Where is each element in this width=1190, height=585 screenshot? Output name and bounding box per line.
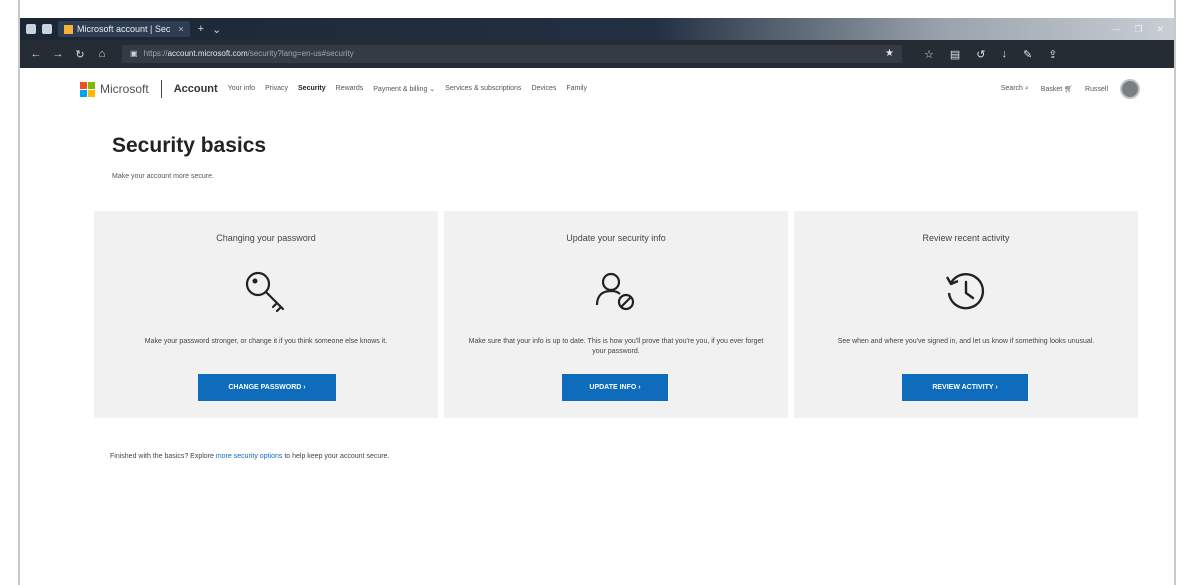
page-subtitle: Make your account more secure. xyxy=(112,173,214,180)
basket-label: Basket xyxy=(1040,86,1063,93)
card-description: See when and where you've signed in, and… xyxy=(837,338,1095,345)
minimize-icon[interactable]: — xyxy=(1111,24,1120,35)
forward-icon[interactable]: → xyxy=(52,48,64,60)
tab-close-icon[interactable]: × xyxy=(178,24,183,34)
nav-family[interactable]: Family xyxy=(566,85,587,93)
microsoft-logo-icon[interactable] xyxy=(80,82,95,97)
account-nav: Your info Privacy Security Rewards Payme… xyxy=(228,85,587,93)
pen-icon[interactable]: ✎ xyxy=(1023,48,1032,61)
user-name[interactable]: Russell xyxy=(1085,86,1108,93)
favorite-star-icon[interactable]: ★ xyxy=(885,45,894,63)
browser-window: Microsoft account | Sec × + ⌄ — ❐ ✕ ← → … xyxy=(18,0,1176,585)
nav-rewards[interactable]: Rewards xyxy=(336,85,364,93)
review-activity-button[interactable]: REVIEW ACTIVITY › xyxy=(902,374,1028,401)
history-icon xyxy=(945,273,985,310)
account-home-link[interactable]: Account xyxy=(174,83,218,95)
home-icon[interactable]: ⌂ xyxy=(96,48,108,60)
search-link[interactable]: Search ⌕ xyxy=(1001,85,1029,93)
avatar[interactable] xyxy=(1120,79,1140,99)
cart-icon: 🛒︎ xyxy=(1064,86,1074,93)
footer-suffix: to help keep your account secure. xyxy=(284,453,390,460)
key-icon xyxy=(245,271,285,313)
tab-bar: Microsoft account | Sec × + ⌄ — ❐ ✕ xyxy=(20,18,1174,40)
browser-toolbar: ☆ ▤ ↺ ↓ ✎ ⇪ xyxy=(924,48,1057,61)
close-window-icon[interactable]: ✕ xyxy=(1156,24,1164,35)
nav-payment-billing[interactable]: Payment & billing ⌄ xyxy=(373,85,435,93)
card-description: Make your password stronger, or change i… xyxy=(144,338,388,345)
header-divider xyxy=(160,80,162,98)
url-field[interactable]: ▣ https:// account.microsoft.com /securi… xyxy=(122,45,902,63)
tab-list-icon[interactable]: ⌄ xyxy=(212,23,221,36)
window-menu-icon[interactable] xyxy=(26,24,36,34)
search-icon: ⌕ xyxy=(1024,85,1029,92)
site-header: Microsoft Account Your info Privacy Secu… xyxy=(80,76,1140,102)
change-password-button[interactable]: CHANGE PASSWORD › xyxy=(198,374,336,401)
tab-microsoft-account[interactable]: Microsoft account | Sec × xyxy=(58,21,190,37)
header-actions: Search ⌕ Basket 🛒︎ Russell xyxy=(1001,79,1140,99)
reading-list-icon[interactable]: ▤ xyxy=(950,48,960,61)
favicon-icon xyxy=(64,24,73,34)
history-toolbar-icon[interactable]: ↺ xyxy=(976,48,985,61)
nav-services-subscriptions[interactable]: Services & subscriptions xyxy=(445,85,521,93)
card-title: Changing your password xyxy=(216,233,316,243)
basket-link[interactable]: Basket 🛒︎ xyxy=(1041,85,1073,93)
search-label: Search xyxy=(1000,85,1023,92)
back-icon[interactable]: ← xyxy=(30,48,42,60)
maximize-icon[interactable]: ❐ xyxy=(1134,24,1142,35)
card-description: Make sure that your info is up to date. … xyxy=(468,338,764,355)
brand-name[interactable]: Microsoft xyxy=(100,82,149,96)
page-title: Security basics xyxy=(112,134,267,157)
card-title: Review recent activity xyxy=(922,233,1010,243)
card-change-password: Changing your password Make your passwor… xyxy=(94,211,438,418)
card-review-activity: Review recent activity See when and wher… xyxy=(794,211,1138,418)
address-bar: ← → ↻ ⌂ ▣ https:// account.microsoft.com… xyxy=(20,40,1174,68)
nav-privacy[interactable]: Privacy xyxy=(265,85,288,93)
url-path: /security?lang=en-us#security xyxy=(247,49,354,58)
card-update-security-info: Update your security info Make sure that… xyxy=(444,211,788,418)
refresh-icon[interactable]: ↻ xyxy=(74,48,86,61)
footer-prefix: Finished with the basics? Explore xyxy=(110,453,214,460)
more-security-options-link[interactable]: more security options xyxy=(216,453,283,460)
share-icon[interactable]: ⇪ xyxy=(1048,48,1057,61)
tab-title: Microsoft account | Sec xyxy=(77,24,171,34)
person-blocked-icon xyxy=(595,272,635,311)
nav-your-info[interactable]: Your info xyxy=(228,85,255,93)
favorites-icon[interactable]: ☆ xyxy=(924,48,934,61)
downloads-icon[interactable]: ↓ xyxy=(1002,48,1008,61)
nav-security[interactable]: Security xyxy=(298,85,326,93)
window-controls: — ❐ ✕ xyxy=(1111,24,1164,35)
url-host: account.microsoft.com xyxy=(167,49,248,58)
security-cards: Changing your password Make your passwor… xyxy=(94,211,1138,418)
tab-actions-icon[interactable] xyxy=(42,24,52,34)
lock-icon: ▣ xyxy=(130,49,138,58)
url-scheme: https:// xyxy=(143,49,168,58)
footer-text: Finished with the basics? Explore more s… xyxy=(110,453,389,460)
card-title: Update your security info xyxy=(566,233,666,243)
update-info-button[interactable]: UPDATE INFO › xyxy=(562,374,668,401)
new-tab-icon[interactable]: + xyxy=(198,23,204,35)
nav-devices[interactable]: Devices xyxy=(531,85,556,93)
